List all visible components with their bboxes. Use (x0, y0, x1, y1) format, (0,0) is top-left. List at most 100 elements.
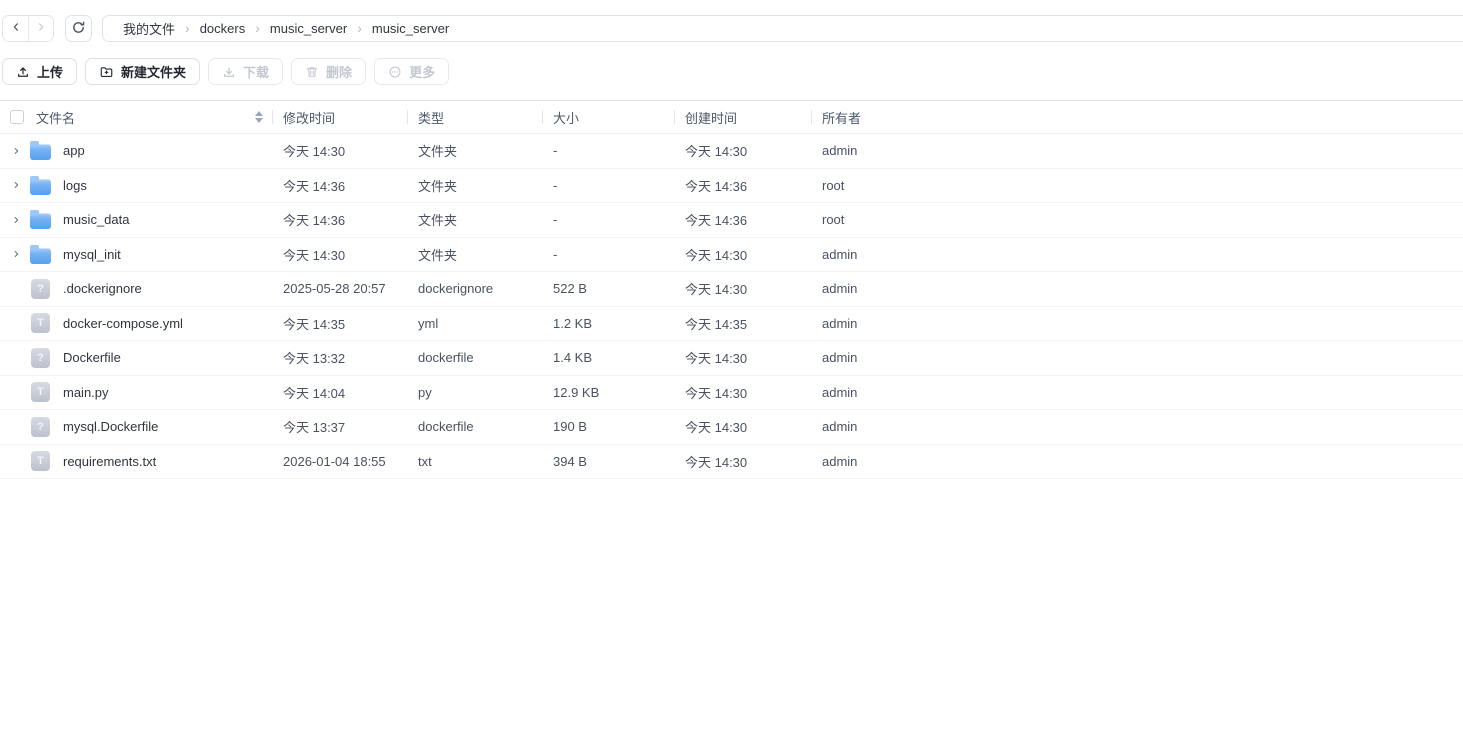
file-size: 522 B (553, 281, 587, 297)
created-time: 今天 14:30 (685, 385, 748, 401)
file-size: 190 B (553, 419, 587, 435)
created-time: 今天 14:35 (685, 316, 748, 332)
toolbar-button-label: 删除 (326, 65, 353, 80)
sort-desc-icon[interactable] (255, 118, 263, 123)
breadcrumb-separator-icon: › (357, 19, 362, 36)
new-folder-button[interactable]: 新建文件夹 (85, 58, 201, 85)
table-row[interactable]: ? mysql.Dockerfile 今天 13:37 dockerfile 1… (0, 410, 1463, 445)
header-type: 类型 (407, 101, 542, 133)
file-owner: root (822, 177, 845, 193)
file-name-cell: T requirements.txt (0, 451, 272, 472)
forward-button[interactable] (28, 16, 53, 41)
modified-time: 今天 14:30 (283, 144, 346, 160)
file-name: app (63, 143, 85, 159)
file-type: yml (418, 315, 439, 331)
expand-chevron-icon[interactable] (12, 179, 21, 191)
file-name: .dockerignore (63, 281, 142, 297)
select-all-checkbox[interactable] (10, 110, 24, 124)
expand-chevron-icon[interactable] (12, 214, 21, 226)
file-size: 394 B (553, 453, 587, 469)
upload-icon (16, 65, 30, 79)
table-row[interactable]: T docker-compose.yml 今天 14:35 yml 1.2 KB… (0, 307, 1463, 341)
folder-icon (30, 210, 51, 230)
sort-asc-icon[interactable] (255, 111, 263, 116)
file-type: dockerignore (418, 281, 494, 297)
folder-icon (30, 141, 51, 161)
table-row[interactable]: logs 今天 14:36 文件夹 - 今天 14:36 root (0, 169, 1463, 203)
more-button[interactable]: 更多 (374, 58, 450, 85)
table-row[interactable]: T main.py 今天 14:04 py 12.9 KB 今天 14:30 a… (0, 376, 1463, 410)
table-row[interactable]: app 今天 14:30 文件夹 - 今天 14:30 admin (0, 134, 1463, 169)
created-time: 今天 14:30 (685, 420, 748, 436)
file-name: main.py (63, 384, 109, 400)
file-name: music_data (63, 212, 130, 228)
header-modified: 修改时间 (272, 101, 407, 133)
delete-button[interactable]: 删除 (291, 58, 367, 85)
modified-time: 今天 14:30 (283, 247, 346, 263)
download-button[interactable]: 下载 (208, 58, 284, 85)
sort-toggle[interactable] (255, 111, 263, 123)
more-icon (388, 65, 402, 79)
file-size: - (553, 246, 558, 262)
file-unknown-icon: ? (31, 416, 50, 437)
breadcrumb-separator-icon: › (185, 19, 190, 36)
file-text-icon: T (31, 382, 50, 403)
folder-icon (30, 175, 51, 195)
file-owner: admin (822, 419, 858, 435)
table-row[interactable]: music_data 今天 14:36 文件夹 - 今天 14:36 root (0, 203, 1463, 238)
table-row[interactable]: ? .dockerignore 2025-05-28 20:57 dockeri… (0, 272, 1463, 307)
header-size: 大小 (542, 101, 674, 133)
breadcrumb-item[interactable]: dockers (200, 21, 246, 36)
modified-time: 今天 14:04 (283, 385, 346, 401)
breadcrumb-item[interactable]: music_server (270, 21, 347, 36)
file-owner: admin (822, 246, 858, 262)
file-text-icon: T (31, 451, 50, 472)
file-type: txt (418, 453, 432, 469)
refresh-button[interactable] (65, 15, 92, 42)
file-name-cell: logs (0, 175, 272, 195)
table-row[interactable]: ? Dockerfile 今天 13:32 dockerfile 1.4 KB … (0, 341, 1463, 376)
file-name: mysql.Dockerfile (63, 419, 159, 435)
modified-time: 今天 14:35 (283, 316, 346, 332)
file-name-cell: T main.py (0, 382, 272, 403)
table-row[interactable]: mysql_init 今天 14:30 文件夹 - 今天 14:30 admin (0, 238, 1463, 272)
download-icon (222, 65, 236, 79)
file-name: requirements.txt (63, 453, 157, 469)
file-name-cell: app (0, 141, 272, 161)
file-name: mysql_init (63, 246, 121, 262)
upload-button[interactable]: 上传 (2, 58, 78, 85)
chevron-right-icon (35, 21, 47, 36)
file-table: 文件名 修改时间 类型 大小 创建时间 所有者 app 今天 14:30 文件夹… (0, 100, 1463, 734)
created-time: 今天 14:30 (685, 144, 748, 160)
file-size: 1.2 KB (553, 315, 593, 331)
breadcrumb-separator-icon: › (255, 19, 260, 36)
file-owner: admin (822, 143, 858, 159)
file-name: Dockerfile (63, 350, 121, 366)
file-owner: root (822, 212, 845, 228)
back-button[interactable] (3, 16, 28, 41)
toolbar-button-label: 下载 (243, 65, 270, 80)
toolbar-button-label: 新建文件夹 (121, 65, 187, 80)
file-type: 文件夹 (418, 247, 458, 263)
breadcrumb-item[interactable]: music_server (372, 21, 449, 36)
file-size: - (553, 212, 558, 228)
table-row[interactable]: T requirements.txt 2026-01-04 18:55 txt … (0, 445, 1463, 479)
file-name: logs (63, 177, 87, 193)
created-time: 今天 14:36 (685, 178, 748, 194)
refresh-icon (71, 20, 86, 38)
modified-time: 今天 13:37 (283, 420, 346, 436)
file-type: 文件夹 (418, 213, 458, 229)
expand-chevron-icon[interactable] (12, 248, 21, 260)
history-nav-group (2, 15, 54, 42)
expand-chevron-icon[interactable] (12, 145, 21, 157)
folder-icon (30, 244, 51, 264)
header-filename-label: 文件名 (36, 110, 76, 126)
file-unknown-icon: ? (31, 278, 50, 299)
file-name-cell: ? Dockerfile (0, 347, 272, 368)
file-owner: admin (822, 281, 858, 297)
file-name-cell: ? .dockerignore (0, 278, 272, 299)
table-header: 文件名 修改时间 类型 大小 创建时间 所有者 (0, 100, 1463, 134)
created-time: 今天 14:30 (685, 247, 748, 263)
breadcrumb-item[interactable]: 我的文件 (123, 19, 175, 38)
chevron-left-icon (10, 21, 22, 36)
